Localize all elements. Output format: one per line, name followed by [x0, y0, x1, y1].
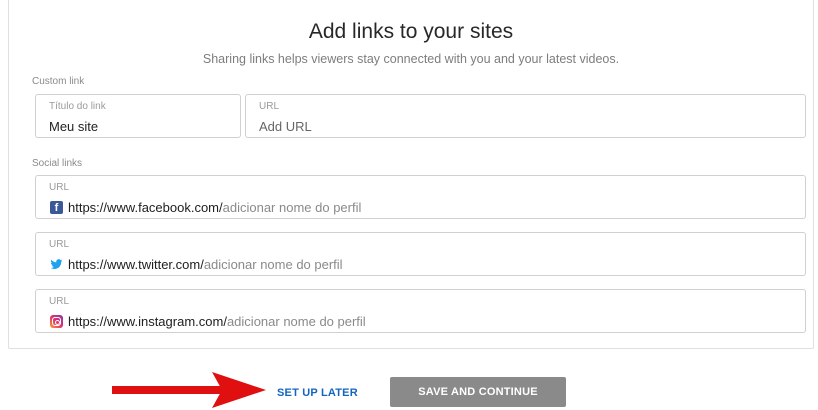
- links-card: Add links to your sites Sharing links he…: [8, 0, 814, 349]
- twitter-url-prefix: https://www.twitter.com/: [68, 257, 204, 272]
- facebook-url-input[interactable]: f https://www.facebook.com/ adicionar no…: [50, 200, 361, 215]
- twitter-url-label: URL: [49, 239, 70, 250]
- link-title-field[interactable]: Título do link Meu site: [35, 94, 241, 138]
- instagram-url-label: URL: [49, 296, 70, 307]
- twitter-url-field[interactable]: URL https://www.twitter.com/ adicionar n…: [35, 232, 806, 276]
- facebook-url-field[interactable]: URL f https://www.facebook.com/ adiciona…: [35, 175, 806, 219]
- instagram-url-placeholder: adicionar nome do perfil: [226, 314, 366, 329]
- link-title-label: Título do link: [49, 101, 106, 112]
- twitter-icon: [50, 258, 63, 271]
- page-subtitle: Sharing links helps viewers stay connect…: [202, 52, 620, 66]
- set-up-later-button[interactable]: SET UP LATER: [277, 387, 358, 399]
- custom-url-placeholder[interactable]: Add URL: [259, 119, 312, 134]
- save-and-continue-button[interactable]: SAVE AND CONTINUE: [390, 377, 566, 407]
- social-links-section-label: Social links: [32, 158, 83, 169]
- instagram-icon: [50, 315, 63, 328]
- custom-link-section-label: Custom link: [32, 76, 85, 87]
- facebook-icon: f: [50, 201, 63, 214]
- instagram-url-input[interactable]: https://www.instagram.com/ adicionar nom…: [50, 314, 366, 329]
- page-title: Add links to your sites: [308, 20, 514, 43]
- facebook-url-placeholder: adicionar nome do perfil: [222, 200, 362, 215]
- facebook-url-label: URL: [49, 182, 70, 193]
- custom-url-label: URL: [259, 101, 280, 112]
- annotation-arrow-icon: [112, 372, 266, 408]
- twitter-url-input[interactable]: https://www.twitter.com/ adicionar nome …: [50, 257, 343, 272]
- instagram-url-field[interactable]: URL https://www.instagram.com/ adicionar…: [35, 289, 806, 333]
- custom-url-field[interactable]: URL Add URL: [245, 94, 806, 138]
- twitter-url-placeholder: adicionar nome do perfil: [203, 257, 343, 272]
- link-title-value[interactable]: Meu site: [49, 119, 98, 134]
- facebook-url-prefix: https://www.facebook.com/: [68, 200, 223, 215]
- instagram-url-prefix: https://www.instagram.com/: [68, 314, 227, 329]
